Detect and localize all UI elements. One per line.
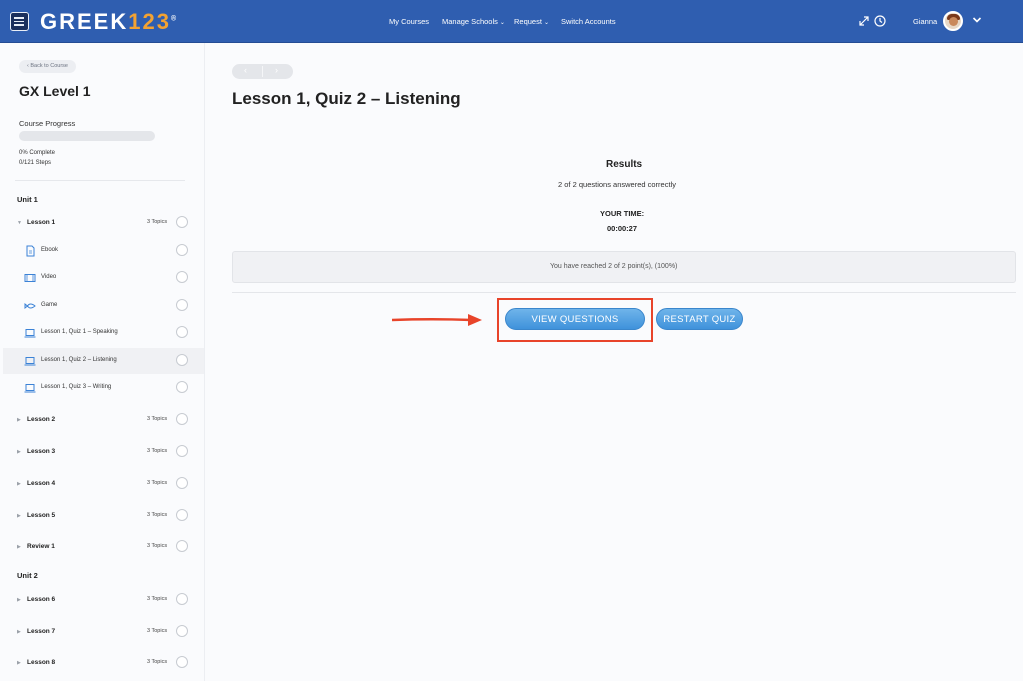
topic-row-ebook[interactable]: Ebook (3, 238, 204, 264)
caret-right-icon[interactable]: ▶ (17, 629, 21, 635)
status-circle-icon (176, 271, 188, 283)
back-to-course-button[interactable]: ‹ Back to Course (19, 60, 76, 73)
results-summary: 2 of 2 questions answered correctly (558, 180, 676, 189)
caret-right-icon[interactable]: ▶ (17, 481, 21, 487)
chevron-down-icon[interactable] (972, 15, 982, 25)
user-name[interactable]: Gianna (913, 17, 937, 26)
time-label: YOUR TIME: (600, 209, 645, 218)
status-circle-icon (176, 299, 188, 311)
logo[interactable]: GREEK123® (40, 9, 178, 35)
clock-icon[interactable] (874, 15, 886, 27)
status-circle-icon (176, 625, 188, 637)
divider (15, 180, 185, 181)
caret-right-icon[interactable]: ▶ (17, 660, 21, 666)
status-circle-icon (176, 593, 188, 605)
restart-quiz-button[interactable]: RESTART QUIZ (656, 308, 743, 330)
lesson-row[interactable]: ▶ Review 1 3 Topics (3, 534, 204, 560)
status-circle-icon (176, 540, 188, 552)
course-sidebar: ‹ Back to Course GX Level 1 Course Progr… (0, 43, 205, 681)
topic-row-quiz-2[interactable]: Lesson 1, Quiz 2 – Listening (3, 348, 204, 374)
lesson-row[interactable]: ▼ Lesson 1 3 Topics (3, 210, 204, 236)
status-circle-icon (176, 445, 188, 457)
topic-row-video[interactable]: Video (3, 265, 204, 291)
unit-heading: Unit 1 (17, 195, 38, 204)
progress-label: Course Progress (19, 119, 76, 128)
nav-my-courses[interactable]: My Courses (389, 17, 429, 26)
caret-right-icon[interactable]: ▶ (17, 417, 21, 423)
video-icon (24, 274, 36, 282)
progress-steps: 0/121 Steps (19, 160, 52, 166)
laptop-icon (24, 384, 36, 393)
status-circle-icon (176, 509, 188, 521)
next-button[interactable]: › (275, 65, 278, 75)
time-value: 00:00:27 (607, 224, 638, 233)
progress-bar (19, 131, 155, 141)
lesson-row[interactable]: ▶ Lesson 8 3 Topics (3, 650, 204, 676)
caret-right-icon[interactable]: ▶ (17, 513, 21, 519)
menu-icon[interactable] (10, 12, 29, 31)
nav-switch-accounts[interactable]: Switch Accounts (561, 17, 616, 26)
caret-right-icon[interactable]: ▶ (17, 597, 21, 603)
divider (232, 292, 1016, 293)
lesson-row[interactable]: ▶ Lesson 5 3 Topics (3, 503, 204, 529)
lesson-row[interactable]: ▶ Lesson 7 3 Topics (3, 619, 204, 645)
status-circle-icon (176, 326, 188, 338)
avatar[interactable] (943, 11, 963, 31)
course-title: GX Level 1 (19, 83, 91, 99)
game-icon (24, 302, 36, 310)
unit-heading: Unit 2 (17, 571, 38, 580)
points-text: You have reached 2 of 2 point(s), (100%) (550, 263, 678, 270)
status-circle-icon (176, 244, 188, 256)
status-circle-icon (176, 381, 188, 393)
lesson-pager: ‹ › (232, 64, 293, 79)
view-questions-button[interactable]: VIEW QUESTIONS (505, 308, 645, 330)
expand-icon[interactable] (858, 15, 870, 27)
lesson-row[interactable]: ▶ Lesson 2 3 Topics (3, 407, 204, 433)
previous-button[interactable]: ‹ (244, 65, 247, 75)
status-circle-icon (176, 354, 188, 366)
status-circle-icon (176, 656, 188, 668)
caret-right-icon[interactable]: ▶ (17, 449, 21, 455)
annotation-arrow-icon (392, 314, 482, 326)
progress-percent: 0% Complete (19, 150, 56, 156)
status-circle-icon (176, 413, 188, 425)
topic-row-game[interactable]: Game (3, 293, 204, 319)
ebook-icon (26, 245, 35, 257)
top-navbar: GREEK123® My Courses Manage Schools ⌄ Req… (0, 0, 1023, 43)
caret-down-icon[interactable]: ▼ (17, 220, 22, 226)
lesson-row[interactable]: ▶ Lesson 4 3 Topics (3, 471, 204, 497)
caret-right-icon[interactable]: ▶ (17, 544, 21, 550)
topic-row-quiz-3[interactable]: Lesson 1, Quiz 3 – Writing (3, 375, 204, 401)
status-circle-icon (176, 216, 188, 228)
nav-request[interactable]: Request ⌄ (514, 17, 549, 26)
nav-manage-schools[interactable]: Manage Schools ⌄ (442, 17, 505, 26)
results-title: Results (606, 159, 643, 170)
laptop-icon (24, 329, 36, 338)
lesson-row[interactable]: ▶ Lesson 3 3 Topics (3, 439, 204, 465)
points-box: You have reached 2 of 2 point(s), (100%) (232, 251, 1016, 283)
lesson-row[interactable]: ▶ Lesson 6 3 Topics (3, 587, 204, 613)
laptop-icon (24, 357, 36, 366)
topic-row-quiz-1[interactable]: Lesson 1, Quiz 1 – Speaking (3, 320, 204, 346)
status-circle-icon (176, 477, 188, 489)
page-title: Lesson 1, Quiz 2 – Listening (232, 89, 461, 108)
